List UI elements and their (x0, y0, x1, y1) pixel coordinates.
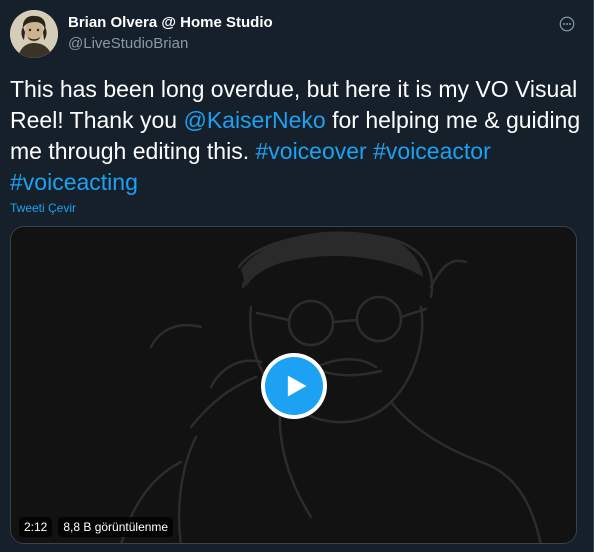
more-options-button[interactable] (555, 12, 579, 36)
avatar-portrait (10, 10, 58, 58)
play-button-inner (265, 357, 323, 415)
play-button[interactable] (261, 353, 327, 419)
hashtag-link[interactable]: #voiceactor (373, 138, 491, 164)
video-view-count: 8,8 B görüntülenme (58, 517, 174, 537)
video-meta: 2:12 8,8 B görüntülenme (19, 517, 174, 537)
hashtag-link[interactable]: #voiceover (255, 138, 366, 164)
hashtag-link[interactable]: #voiceacting (10, 169, 138, 195)
author-handle[interactable]: @LiveStudioBrian (68, 35, 188, 52)
tweet-text: This has been long overdue, but here it … (10, 74, 582, 198)
video-player[interactable]: 2:12 8,8 B görüntülenme (10, 226, 577, 544)
more-horizontal-icon (559, 16, 575, 32)
mention-link[interactable]: @KaiserNeko (183, 107, 325, 133)
avatar[interactable] (10, 10, 58, 58)
translate-tweet-link[interactable]: Tweeti Çevir (10, 201, 76, 215)
play-icon (287, 375, 307, 397)
video-duration: 2:12 (19, 517, 53, 537)
author-name[interactable]: Brian Olvera @ Home Studio (68, 14, 273, 31)
tweet-card[interactable]: Brian Olvera @ Home Studio @LiveStudioBr… (0, 0, 594, 552)
